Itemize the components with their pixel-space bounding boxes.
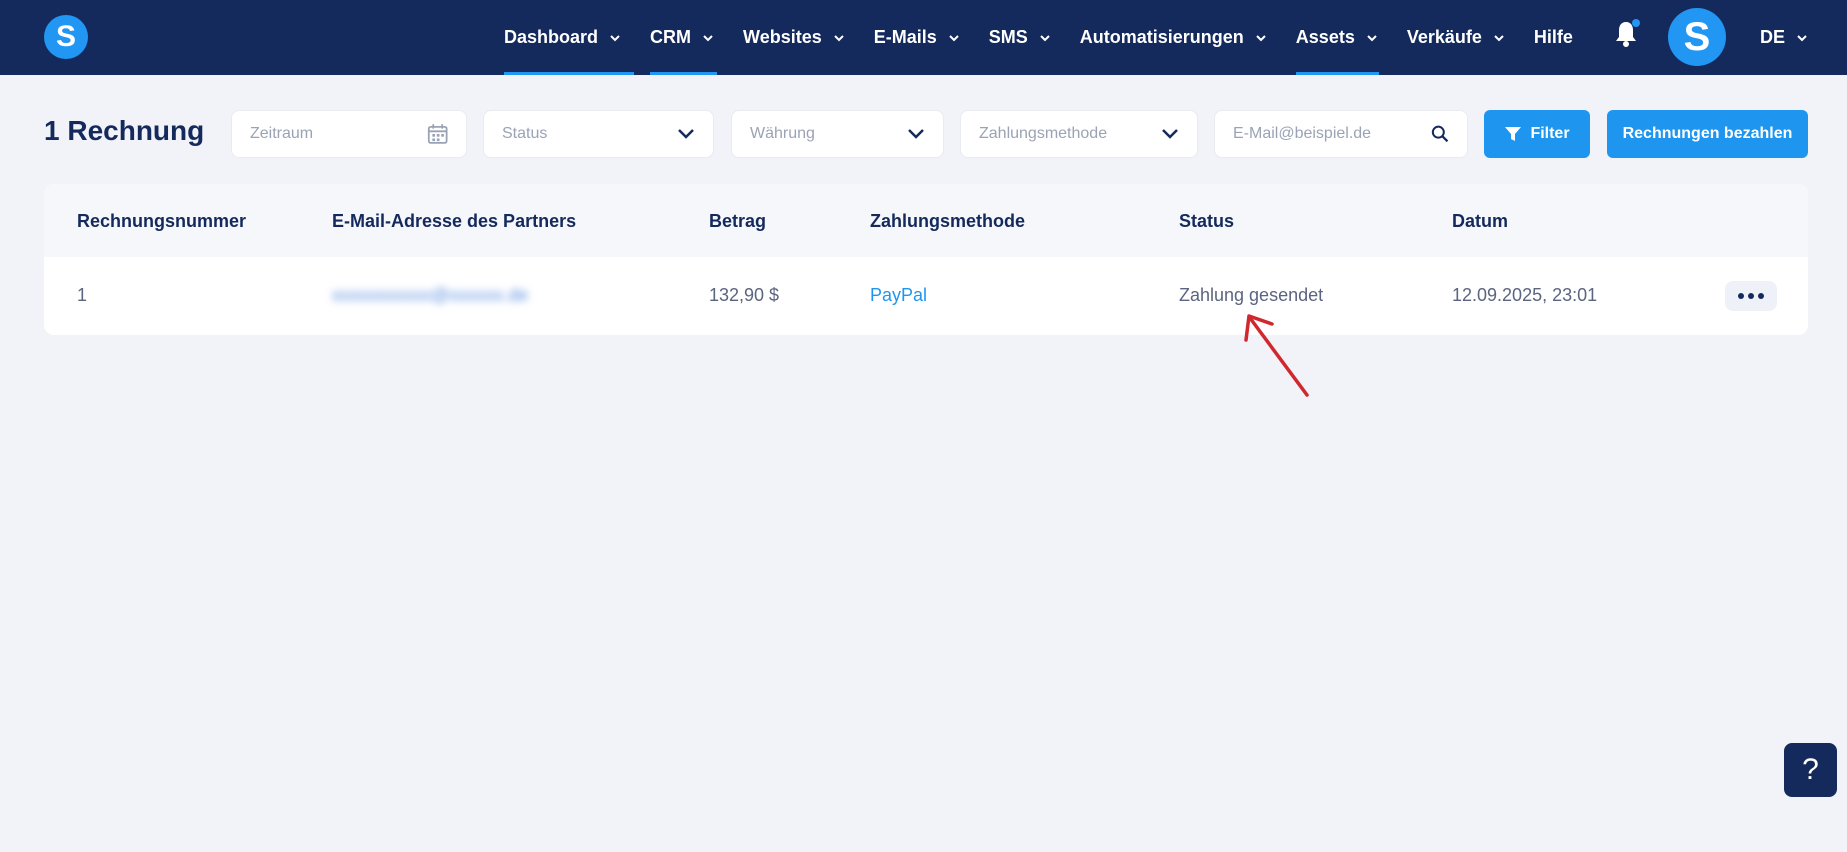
chevron-down-icon xyxy=(703,33,713,43)
user-avatar[interactable]: S xyxy=(1668,8,1726,66)
payment-method-select-label: Zahlungsmethode xyxy=(979,125,1108,142)
column-header-method[interactable]: Zahlungsmethode xyxy=(870,211,1025,232)
nav-item-emails[interactable]: E-Mails xyxy=(874,0,959,75)
column-header-number[interactable]: Rechnungsnummer xyxy=(77,211,246,232)
chevron-down-icon xyxy=(834,33,844,43)
chevron-down-icon xyxy=(1797,33,1807,43)
active-tab-indicator xyxy=(650,72,718,75)
nav-item-label: Assets xyxy=(1295,27,1355,47)
more-dot xyxy=(1748,293,1754,299)
filter-button[interactable]: Filter xyxy=(1484,110,1590,158)
chevron-down-icon xyxy=(1494,33,1504,43)
nav-item-label: Dashboard xyxy=(504,27,599,47)
cell-payment-method[interactable]: PayPal xyxy=(870,285,927,306)
chevron-down-icon xyxy=(1367,33,1377,43)
nav-item-websites[interactable]: Websites xyxy=(743,0,844,75)
nav-item-hilfe[interactable]: Hilfe xyxy=(1534,0,1573,75)
cell-partner-email: xxxxxxxxxxx@xxxxxx.de xyxy=(332,285,529,305)
active-tab-indicator xyxy=(1295,72,1379,75)
chevron-down-icon xyxy=(610,33,620,43)
more-dot xyxy=(1758,293,1764,299)
help-button[interactable]: ? xyxy=(1784,743,1837,797)
column-header-amount[interactable]: Betrag xyxy=(709,211,766,232)
more-dot xyxy=(1738,293,1744,299)
chevron-down-icon xyxy=(678,129,694,139)
nav-item-dashboard[interactable]: Dashboard xyxy=(504,0,635,75)
cell-number: 1 xyxy=(77,285,88,305)
nav-item-sms[interactable]: SMS xyxy=(989,0,1050,75)
column-header-status[interactable]: Status xyxy=(1179,211,1234,232)
table-header: Rechnungsnummer E-Mail-Adresse des Partn… xyxy=(44,184,1808,257)
payment-method-select[interactable]: Zahlungsmethode xyxy=(960,110,1198,158)
active-tab-indicator xyxy=(504,72,635,75)
currency-select[interactable]: Währung xyxy=(731,110,944,158)
language-label: DE xyxy=(1760,27,1786,47)
chevron-down-icon xyxy=(949,33,959,43)
chevron-down-icon xyxy=(1040,33,1050,43)
table-row[interactable]: 1 xxxxxxxxxxx@xxxxxx.de 132,90 $ PayPal … xyxy=(44,257,1808,335)
calendar-icon xyxy=(427,124,448,144)
nav-item-label: Verkäufe xyxy=(1406,27,1482,47)
main-nav: Dashboard CRM Websites E-Mails SMS Autom… xyxy=(504,0,1603,75)
pay-invoices-button-label: Rechnungen bezahlen xyxy=(1622,125,1793,142)
status-select-label: Status xyxy=(502,125,548,142)
chevron-down-icon xyxy=(908,129,924,139)
page-title: 1 Rechnung xyxy=(44,115,205,146)
annotation-arrow-icon xyxy=(1244,314,1309,397)
nav-item-crm[interactable]: CRM xyxy=(650,0,718,75)
nav-item-label: Hilfe xyxy=(1533,27,1573,47)
search-icon[interactable] xyxy=(1431,124,1449,144)
filter-button-label: Filter xyxy=(1530,125,1570,142)
row-actions-button[interactable] xyxy=(1725,281,1777,311)
top-navigation-bar: S Dashboard CRM Websites E-Mails SMS Aut… xyxy=(0,0,1847,75)
notifications-button[interactable] xyxy=(1614,19,1642,53)
notification-dot xyxy=(1632,19,1640,27)
column-header-date[interactable]: Datum xyxy=(1452,211,1508,232)
nav-item-assets[interactable]: Assets xyxy=(1295,0,1379,75)
app-logo[interactable]: S xyxy=(44,15,88,59)
nav-item-label: CRM xyxy=(650,27,692,47)
status-select[interactable]: Status xyxy=(483,110,714,158)
language-selector[interactable]: DE xyxy=(1760,0,1807,75)
nav-item-label: Automatisierungen xyxy=(1079,27,1244,47)
nav-item-verkaeufe[interactable]: Verkäufe xyxy=(1407,0,1504,75)
email-search-input[interactable] xyxy=(1233,125,1431,143)
invoices-table: Rechnungsnummer E-Mail-Adresse des Partn… xyxy=(44,184,1808,335)
cell-date: 12.09.2025, 23:01 xyxy=(1452,285,1598,305)
cell-status: Zahlung gesendet xyxy=(1179,285,1324,305)
period-field[interactable] xyxy=(231,110,467,158)
pay-invoices-button[interactable]: Rechnungen bezahlen xyxy=(1607,110,1808,158)
chevron-down-icon xyxy=(1256,33,1266,43)
chevron-down-icon xyxy=(1162,129,1178,139)
nav-item-automatisierungen[interactable]: Automatisierungen xyxy=(1080,0,1266,75)
nav-item-label: Websites xyxy=(743,27,822,47)
cell-amount: 132,90 $ xyxy=(709,285,780,305)
email-search-field[interactable] xyxy=(1214,110,1468,158)
currency-select-label: Währung xyxy=(750,125,815,142)
filter-icon xyxy=(1505,127,1522,141)
period-input[interactable] xyxy=(250,125,427,143)
nav-item-label: SMS xyxy=(988,27,1028,47)
column-header-email[interactable]: E-Mail-Adresse des Partners xyxy=(332,211,576,232)
nav-item-label: E-Mails xyxy=(873,27,937,47)
